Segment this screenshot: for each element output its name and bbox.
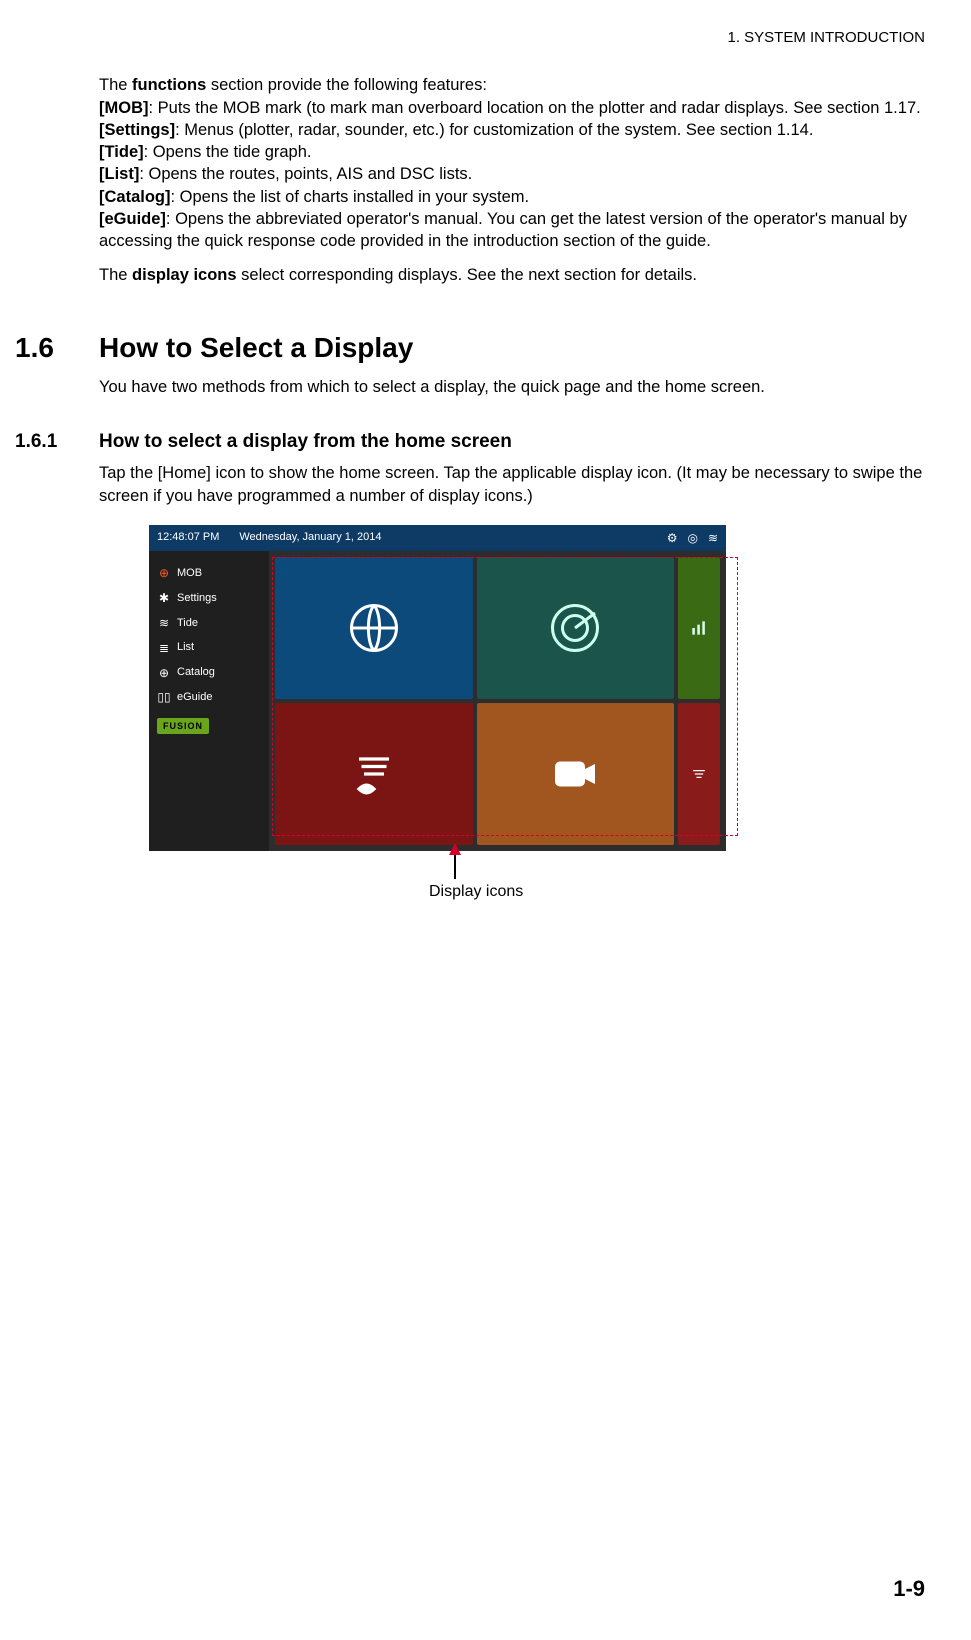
- list-icon: ≣: [157, 641, 171, 655]
- book-icon: ▯▯: [157, 691, 171, 705]
- sidebar-label: Settings: [177, 591, 217, 606]
- gear-icon: ✱: [157, 591, 171, 605]
- desc-mob: : Puts the MOB mark (to mark man overboa…: [148, 99, 920, 117]
- display-icons-grid: [269, 551, 726, 851]
- sidebar-label: eGuide: [177, 690, 212, 705]
- tag-eguide: [eGuide]: [99, 210, 166, 228]
- desc-tide: : Opens the tide graph.: [144, 143, 312, 161]
- display-icon-radar[interactable]: [477, 557, 675, 699]
- display-icon-partial-2[interactable]: [678, 703, 720, 845]
- globe-icon: ⊕: [157, 666, 171, 680]
- sec161-body: Tap the [Home] icon to show the home scr…: [99, 462, 925, 507]
- functions-word: functions: [132, 76, 206, 94]
- display-icon-partial-1[interactable]: [678, 557, 720, 699]
- sonar-fish-icon: [344, 744, 404, 804]
- camera-icon: [545, 744, 605, 804]
- clock-time: 12:48:07 PM: [157, 530, 219, 545]
- tag-list: [List]: [99, 165, 139, 183]
- sidebar-label: Tide: [177, 616, 198, 631]
- desc-eguide: : Opens the abbreviated operator's manua…: [99, 210, 907, 250]
- sidebar-item-catalog[interactable]: ⊕ Catalog: [157, 660, 261, 685]
- heading-title: How to select a display from the home sc…: [99, 429, 512, 455]
- running-header: 1. SYSTEM INTRODUCTION: [0, 28, 925, 48]
- home-screen-screenshot: 12:48:07 PM Wednesday, January 1, 2014 ⚙…: [149, 525, 726, 851]
- desc-catalog: : Opens the list of charts installed in …: [171, 188, 530, 206]
- tag-tide: [Tide]: [99, 143, 144, 161]
- display-icon-plotter[interactable]: [275, 557, 473, 699]
- figure-home-screen: 12:48:07 PM Wednesday, January 1, 2014 ⚙…: [149, 525, 739, 851]
- heading-1-6: 1.6 How to Select a Display: [0, 329, 925, 367]
- heading-num: 1.6: [0, 329, 99, 367]
- sidebar-label: MOB: [177, 566, 202, 581]
- clock-date: Wednesday, January 1, 2014: [239, 530, 381, 545]
- sidebar-item-eguide[interactable]: ▯▯ eGuide: [157, 685, 261, 710]
- figure-caption: Display icons: [429, 881, 523, 903]
- sat-icon: ⚙: [667, 530, 678, 546]
- text: select corresponding displays. See the n…: [237, 266, 697, 284]
- sidebar-label: List: [177, 640, 194, 655]
- display-icon-sounder[interactable]: [275, 703, 473, 845]
- heading-num: 1.6.1: [0, 429, 99, 455]
- display-icons-note: The display icons select corresponding d…: [99, 264, 925, 286]
- target-icon: ◎: [687, 530, 697, 546]
- sidebar-item-list[interactable]: ≣ List: [157, 635, 261, 660]
- radar-icon: [545, 598, 605, 658]
- heading-title: How to Select a Display: [99, 329, 413, 367]
- display-icon-camera[interactable]: [477, 703, 675, 845]
- functions-intro: The functions section provide the follow…: [99, 74, 925, 252]
- sidebar-item-settings[interactable]: ✱ Settings: [157, 586, 261, 611]
- text: section provide the following features:: [206, 76, 487, 94]
- sidebar-item-tide[interactable]: ≋ Tide: [157, 611, 261, 636]
- sidebar-item-mob[interactable]: ⊕ MOB: [157, 561, 261, 586]
- desc-settings: : Menus (plotter, radar, sounder, etc.) …: [175, 121, 813, 139]
- signal-icon: [689, 764, 709, 784]
- tag-settings: [Settings]: [99, 121, 175, 139]
- display-icons-word: display icons: [132, 266, 237, 284]
- chart-icon: [689, 618, 709, 638]
- tag-catalog: [Catalog]: [99, 188, 171, 206]
- wifi-icon: ≋: [708, 530, 718, 546]
- desc-list: : Opens the routes, points, AIS and DSC …: [139, 165, 472, 183]
- globe-icon: [344, 598, 404, 658]
- status-bar: 12:48:07 PM Wednesday, January 1, 2014 ⚙…: [149, 525, 726, 551]
- tag-mob: [MOB]: [99, 99, 148, 117]
- text: The: [99, 76, 132, 94]
- sidebar-label: Catalog: [177, 665, 215, 680]
- waves-icon: ≋: [157, 616, 171, 630]
- functions-sidebar: ⊕ MOB ✱ Settings ≋ Tide ≣: [149, 551, 269, 851]
- lifebuoy-icon: ⊕: [157, 566, 171, 580]
- text: The: [99, 266, 132, 284]
- fusion-badge[interactable]: FUSION: [157, 718, 209, 734]
- sec16-body: You have two methods from which to selec…: [99, 376, 925, 398]
- callout-arrow: [449, 843, 461, 879]
- page-number: 1-9: [893, 1574, 925, 1604]
- heading-1-6-1: 1.6.1 How to select a display from the h…: [0, 429, 925, 455]
